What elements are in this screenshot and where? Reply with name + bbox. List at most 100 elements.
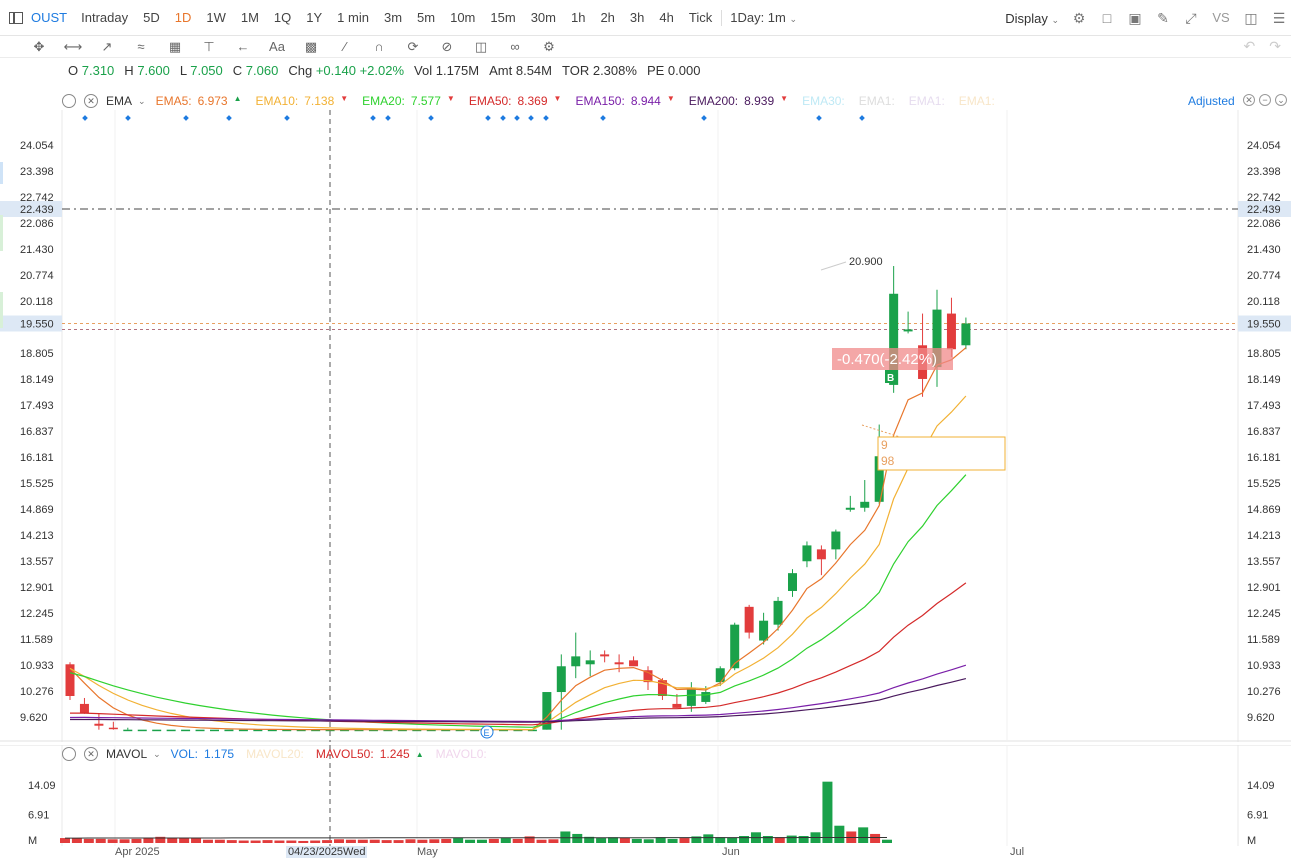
price-tick-left: 20.118	[20, 296, 53, 308]
candle-body	[556, 666, 566, 693]
magnet-icon[interactable]: ∩	[362, 37, 396, 57]
arrow-tool-icon[interactable]: ←	[226, 37, 260, 57]
camera-icon[interactable]: ▣	[1127, 10, 1143, 26]
tab-1w[interactable]: 1W	[198, 10, 233, 25]
line-tool-icon[interactable]: ⟷	[56, 37, 90, 57]
ema-legend-item[interactable]: EMA200: 8.939 ▼	[689, 94, 788, 108]
trash-icon[interactable]: ◫	[464, 37, 498, 57]
tab-10m[interactable]: 10m	[442, 10, 482, 25]
volume-bar	[369, 839, 380, 843]
hide-drawings-icon[interactable]: ⊘	[430, 37, 464, 57]
tab-intraday[interactable]: Intraday	[73, 10, 135, 25]
chevron-down-icon[interactable]: ⌄	[138, 96, 146, 107]
ema-legend-label: EMA1:	[958, 94, 995, 108]
ema-legend-item[interactable]: EMA5: 6.973 ▲	[156, 94, 242, 108]
tab-15m[interactable]: 15m	[482, 10, 522, 25]
tab-4h[interactable]: 4h	[651, 10, 680, 25]
price-tick-right: 21.430	[1247, 244, 1281, 256]
tab-1min[interactable]: 1 min	[329, 10, 376, 25]
text-tool-icon[interactable]: Aa	[260, 37, 294, 57]
tab-3m[interactable]: 3m	[376, 10, 409, 25]
vol-label: VOL:	[170, 747, 199, 761]
tab-tick[interactable]: Tick	[681, 10, 719, 25]
adjusted-toggle[interactable]: Adjusted	[1188, 94, 1235, 108]
ema-legend-item[interactable]: EMA20: 7.577 ▼	[362, 94, 455, 108]
layout-square-icon[interactable]: □	[1099, 10, 1115, 26]
tab-5m[interactable]: 5m	[409, 10, 442, 25]
pane-minimize-icon[interactable]: −	[1259, 94, 1271, 106]
ema-legend-item[interactable]: EMA1:	[859, 94, 895, 108]
tab-3h[interactable]: 3h	[622, 10, 651, 25]
period-select[interactable]: 1Day: 1m ⌄	[724, 10, 803, 25]
pencil-icon[interactable]: ✎	[1155, 10, 1171, 26]
ema-settings-icon[interactable]	[62, 94, 76, 108]
ema-legend-item[interactable]: EMA30:	[802, 94, 845, 108]
ema-legend-item[interactable]: EMA150: 8.944 ▼	[575, 94, 674, 108]
volume-bar	[774, 837, 785, 843]
ema-legend-item[interactable]: EMA1:	[909, 94, 945, 108]
vol-settings-icon[interactable]	[62, 747, 76, 761]
trend-tool-icon[interactable]: ↗	[90, 37, 124, 57]
tab-2h[interactable]: 2h	[592, 10, 621, 25]
panel-toggle-icon[interactable]	[9, 11, 23, 24]
chevron-down-icon[interactable]: ⌄	[153, 749, 161, 760]
ema-indicator-name[interactable]: EMA	[106, 94, 132, 108]
redo-icon[interactable]: ↷	[1269, 38, 1281, 55]
ema-close-icon[interactable]: ✕	[84, 94, 98, 108]
ema-legend-value: 7.577	[410, 94, 441, 108]
list-icon[interactable]: ☰	[1271, 10, 1287, 26]
symbol-label[interactable]: OUST	[31, 10, 67, 25]
panel-right-icon[interactable]: ◫	[1243, 10, 1259, 26]
price-tick-left: 16.837	[20, 426, 54, 438]
drawing-settings-icon[interactable]: ⚙	[532, 37, 566, 57]
compare-vs-button[interactable]: VS	[1211, 10, 1231, 26]
close-stat: C 7.060	[233, 63, 279, 81]
settings-gear-icon[interactable]: ⚙	[1071, 10, 1087, 26]
ema-legend-label: EMA30:	[802, 94, 845, 108]
vol-indicator-name[interactable]: MAVOL	[106, 747, 147, 761]
fib-tool-icon[interactable]: ⊤	[192, 37, 226, 57]
tab-1h[interactable]: 1h	[563, 10, 592, 25]
tab-1q[interactable]: 1Q	[266, 10, 298, 25]
price-tick-left: 14.213	[20, 530, 54, 542]
amt-stat: Amt 8.54M	[489, 63, 552, 81]
comment-tool-icon[interactable]: ▩	[294, 37, 328, 57]
ema-legend: ✕ EMA ⌄ EMA5: 6.973 ▲ EMA10: 7.138 ▼ EMA20: 7.5…	[62, 93, 1009, 109]
link-icon[interactable]: ∞	[498, 37, 532, 57]
volume-bar	[60, 838, 70, 843]
vol-tick-left: 14.09	[28, 780, 56, 792]
undo-icon[interactable]: ↶	[1244, 38, 1256, 55]
polyline-tool-icon[interactable]: ≈	[124, 37, 158, 57]
price-chart[interactable]: 24.054 24.05423.398 23.39822.742 22.74222.0…	[0, 110, 1291, 742]
price-tick-right: 16.181	[1247, 452, 1281, 464]
tab-30m[interactable]: 30m	[523, 10, 563, 25]
tab-1d[interactable]: 1D	[167, 10, 199, 25]
triangle-down-icon: ▼	[446, 94, 455, 103]
price-tick-right: 14.213	[1247, 530, 1281, 542]
ema-legend-item[interactable]: EMA10: 7.138 ▼	[256, 94, 349, 108]
price-tick-right: 11.589	[1247, 634, 1280, 646]
measure-tool-icon[interactable]: ▦	[158, 37, 192, 57]
ema-legend-label: EMA50:	[468, 94, 512, 108]
display-menu[interactable]: Display ⌄	[1005, 11, 1059, 26]
mavol50-value: 1.245	[379, 747, 410, 761]
vol-close-icon[interactable]: ✕	[84, 747, 98, 761]
tab-5d[interactable]: 5D	[135, 10, 167, 25]
volume-bar	[429, 839, 440, 843]
ema-legend-item[interactable]: EMA50: 8.369 ▼	[469, 94, 562, 108]
event-marker	[226, 115, 232, 121]
volume-bar	[739, 836, 750, 843]
tab-1m[interactable]: 1M	[233, 10, 266, 25]
ema-legend-item[interactable]: EMA1:	[959, 94, 995, 108]
sync-icon[interactable]: ⟳	[396, 37, 430, 57]
divider	[721, 9, 723, 26]
vol-value: 1.175	[204, 747, 235, 761]
ruler-tool-icon[interactable]: ∕	[328, 37, 362, 57]
pane-close-icon[interactable]: ✕	[1243, 94, 1255, 106]
crosshair-move-icon[interactable]: ✥	[22, 37, 56, 57]
pane-expand-icon[interactable]: ⌄	[1275, 94, 1287, 106]
price-tick-right: 14.869	[1247, 504, 1281, 516]
tab-1y[interactable]: 1Y	[298, 10, 329, 25]
fullscreen-icon[interactable]: ⤢	[1183, 10, 1199, 26]
price-tick-right: 23.398	[1247, 166, 1281, 178]
